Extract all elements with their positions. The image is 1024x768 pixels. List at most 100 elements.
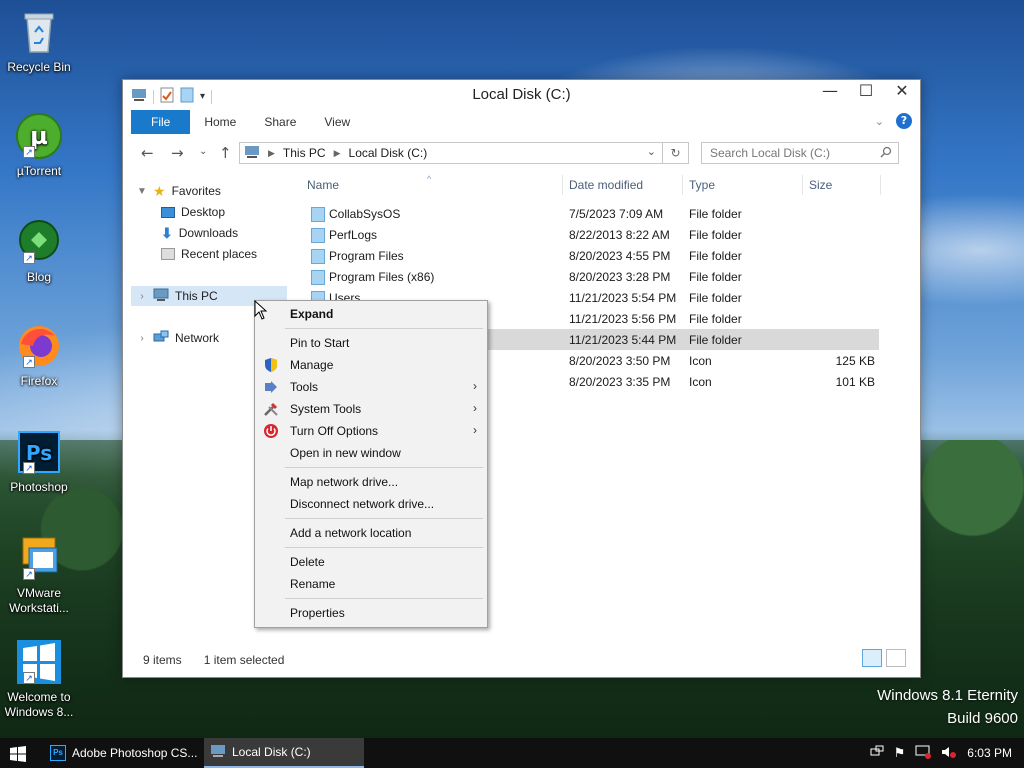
tab-share[interactable]: Share bbox=[250, 110, 310, 134]
menu-item-open-new-window[interactable]: Open in new window bbox=[257, 442, 485, 464]
menu-item-system-tools[interactable]: System Tools › bbox=[257, 398, 485, 420]
status-bar: 9 items 1 item selected bbox=[143, 653, 284, 667]
column-header-type[interactable]: Type bbox=[683, 175, 803, 195]
back-arrow-icon[interactable]: ← bbox=[141, 144, 154, 162]
shortcut-arrow-icon: ↗ bbox=[23, 462, 35, 474]
desktop-icon-label: Welcome to Windows 8... bbox=[4, 690, 74, 719]
minimize-button[interactable]: — bbox=[812, 80, 848, 104]
shield-icon bbox=[263, 357, 279, 373]
desktop-icon-label: µTorrent bbox=[16, 164, 62, 178]
nav-desktop[interactable]: Desktop bbox=[161, 202, 225, 222]
up-arrow-icon[interactable]: ↑ bbox=[219, 144, 232, 162]
breadcrumb-chevron-icon: ▶ bbox=[268, 147, 275, 158]
folder-icon bbox=[311, 228, 325, 243]
file-row[interactable]: CollabSysOS 7/5/2023 7:09 AM File folder bbox=[301, 203, 879, 224]
collapsed-chevron-icon[interactable]: › bbox=[137, 333, 147, 344]
explorer-small-icon bbox=[210, 744, 226, 761]
tab-view[interactable]: View bbox=[310, 110, 364, 134]
desktop-icon-vmware[interactable]: ↗ VMware Workstati... bbox=[4, 534, 74, 616]
shortcut-arrow-icon: ↗ bbox=[23, 672, 35, 684]
expanded-chevron-icon[interactable]: ▼ bbox=[137, 186, 147, 197]
photoshop-small-icon: Ps bbox=[50, 745, 66, 761]
menu-item-pin-to-start[interactable]: Pin to Start bbox=[257, 332, 485, 354]
desktop-icon-firefox[interactable]: ↗ Firefox bbox=[4, 322, 74, 389]
column-header-date[interactable]: Date modified bbox=[563, 175, 683, 195]
windows-start-icon bbox=[10, 746, 26, 762]
desktop-icon-photoshop[interactable]: Ps ↗ Photoshop bbox=[4, 428, 74, 495]
nav-network[interactable]: › Network bbox=[137, 328, 219, 348]
menu-item-map-network-drive[interactable]: Map network drive... bbox=[257, 471, 485, 493]
recent-locations-icon[interactable]: ⌄ bbox=[199, 146, 207, 157]
file-row[interactable]: Program Files (x86) 8/20/2023 3:28 PM Fi… bbox=[301, 266, 879, 287]
menu-item-delete[interactable]: Delete bbox=[257, 551, 485, 573]
search-input[interactable]: Search Local Disk (C:) bbox=[701, 142, 899, 164]
submenu-arrow-icon: › bbox=[473, 401, 477, 415]
desktop-icon-label: Firefox bbox=[20, 374, 58, 388]
window-title: Local Disk (C:) bbox=[472, 86, 571, 103]
refresh-icon[interactable]: ↻ bbox=[663, 142, 689, 164]
details-view-icon[interactable] bbox=[862, 649, 882, 667]
desktop-icon-recycle-bin[interactable]: Recycle Bin bbox=[4, 8, 74, 75]
breadcrumb-local-disk[interactable]: Local Disk (C:) bbox=[349, 146, 428, 160]
selection-count: 1 item selected bbox=[203, 653, 285, 667]
menu-item-add-network-location[interactable]: Add a network location bbox=[257, 522, 485, 544]
address-dropdown-icon[interactable]: ⌄ bbox=[647, 145, 656, 158]
computer-icon bbox=[153, 288, 169, 305]
star-icon: ★ bbox=[153, 182, 166, 199]
collapsed-chevron-icon[interactable]: › bbox=[137, 291, 147, 302]
help-icon[interactable]: ? bbox=[896, 113, 912, 129]
menu-item-properties[interactable]: Properties bbox=[257, 602, 485, 624]
menu-item-tools[interactable]: Tools › bbox=[257, 376, 485, 398]
menu-item-turn-off-options[interactable]: Turn Off Options › bbox=[257, 420, 485, 442]
large-icons-view-icon[interactable] bbox=[886, 649, 906, 667]
explorer-window[interactable]: ▾ Local Disk (C:) — ☐ ✕ File Home Share … bbox=[122, 79, 921, 678]
mouse-cursor-icon bbox=[254, 299, 268, 323]
nav-favorites[interactable]: ▼ ★ Favorites bbox=[137, 181, 221, 201]
vmware-icon: ↗ bbox=[15, 534, 63, 582]
menu-item-rename[interactable]: Rename bbox=[257, 573, 485, 595]
forward-arrow-icon[interactable]: → bbox=[171, 144, 184, 162]
monitor-tray-icon[interactable] bbox=[915, 745, 932, 762]
window-controls: — ☐ ✕ bbox=[812, 80, 920, 104]
nav-downloads[interactable]: ⬇ Downloads bbox=[161, 223, 238, 243]
wrench-hammer-icon bbox=[263, 401, 279, 417]
maximize-button[interactable]: ☐ bbox=[848, 80, 884, 104]
expand-ribbon-icon[interactable]: ⌄ bbox=[875, 115, 884, 128]
tools-icon bbox=[263, 379, 279, 395]
taskbar: Ps Adobe Photoshop CS... Local Disk (C:)… bbox=[0, 738, 1024, 768]
file-row[interactable]: PerfLogs 8/22/2013 8:22 AM File folder bbox=[301, 224, 879, 245]
desktop-icon-welcome[interactable]: ↗ Welcome to Windows 8... bbox=[4, 638, 74, 720]
tab-file[interactable]: File bbox=[131, 110, 191, 134]
clock[interactable]: 6:03 PM bbox=[967, 746, 1012, 760]
submenu-arrow-icon: › bbox=[473, 423, 477, 437]
recycle-bin-icon bbox=[15, 8, 63, 56]
title-bar[interactable]: ▾ Local Disk (C:) — ☐ ✕ bbox=[123, 80, 920, 110]
shortcut-arrow-icon: ↗ bbox=[23, 568, 35, 580]
flag-icon[interactable]: ⚑ bbox=[894, 745, 906, 761]
column-header-size[interactable]: Size bbox=[803, 175, 881, 195]
desktop-icon-label: VMware Workstati... bbox=[9, 586, 69, 615]
column-header-name[interactable]: Name ^ bbox=[301, 174, 563, 195]
context-menu: Expand Pin to Start Manage Tools › Syste… bbox=[254, 300, 488, 628]
nav-recent-places[interactable]: Recent places bbox=[161, 244, 257, 264]
blog-icon: ↗ bbox=[15, 218, 63, 266]
file-row[interactable]: Program Files 8/20/2023 4:55 PM File fol… bbox=[301, 245, 879, 266]
menu-item-manage[interactable]: Manage bbox=[257, 354, 485, 376]
volume-muted-icon[interactable] bbox=[941, 745, 957, 762]
desktop-icon-blog[interactable]: ↗ Blog bbox=[4, 218, 74, 285]
menu-item-disconnect-network-drive[interactable]: Disconnect network drive... bbox=[257, 493, 485, 515]
power-icon bbox=[263, 423, 279, 439]
close-button[interactable]: ✕ bbox=[884, 80, 920, 104]
network-tray-icon[interactable] bbox=[870, 745, 884, 762]
taskbar-button-photoshop[interactable]: Ps Adobe Photoshop CS... bbox=[44, 738, 200, 768]
search-icon bbox=[880, 146, 892, 161]
desktop-icon-utorrent[interactable]: µ ↗ µTorrent bbox=[4, 112, 74, 179]
breadcrumb-this-pc[interactable]: This PC bbox=[283, 146, 326, 160]
address-bar[interactable]: ▶ This PC ▶ Local Disk (C:) ⌄ bbox=[239, 142, 663, 164]
tab-home[interactable]: Home bbox=[190, 110, 250, 134]
taskbar-button-explorer[interactable]: Local Disk (C:) bbox=[204, 738, 364, 768]
utorrent-icon: µ ↗ bbox=[15, 112, 63, 160]
menu-item-expand[interactable]: Expand bbox=[257, 303, 485, 325]
network-icon bbox=[153, 330, 169, 347]
start-button[interactable] bbox=[10, 746, 26, 762]
